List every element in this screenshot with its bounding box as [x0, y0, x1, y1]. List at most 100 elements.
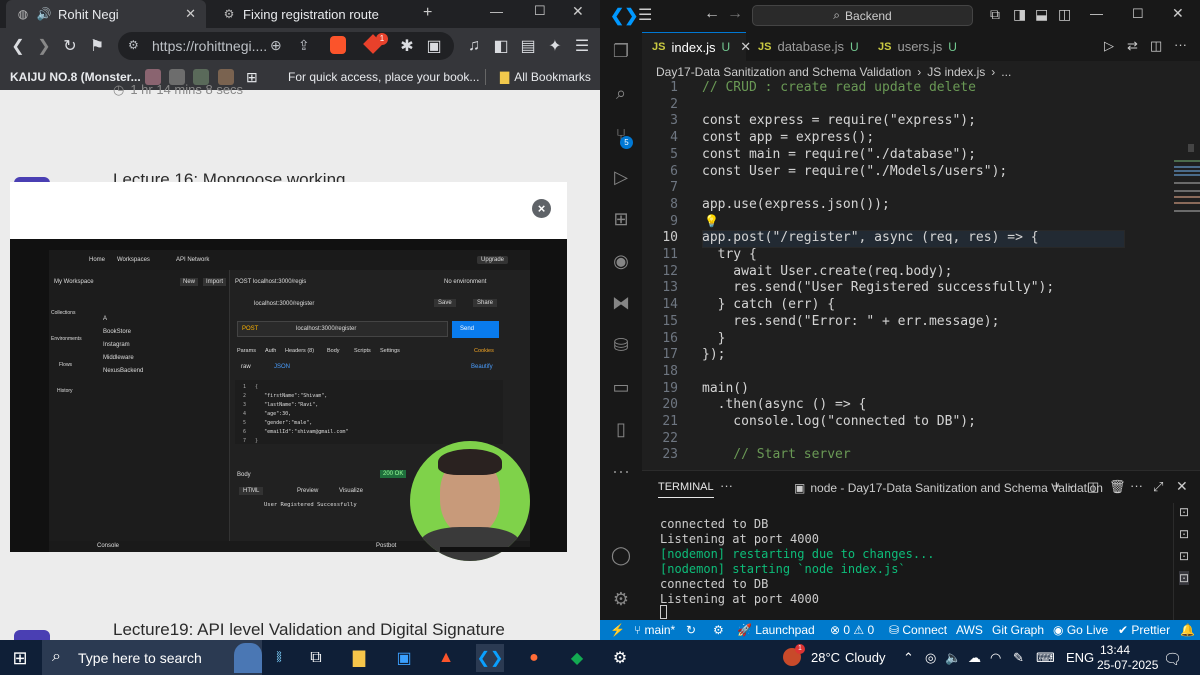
extensions-icon[interactable]: ⊞ — [610, 208, 632, 230]
explorer-icon[interactable]: ❐ — [610, 40, 632, 62]
launchpad[interactable]: 🚀 Launchpad — [737, 623, 815, 637]
breadcrumb-symbol[interactable]: ... — [1001, 65, 1011, 79]
browser-tab-active[interactable]: ◍ 🔊 Rohit Negi ✕ — [6, 0, 206, 28]
forward-icon[interactable]: ❯ — [34, 36, 54, 56]
new-tab-button[interactable]: + — [423, 4, 432, 22]
menu-icon[interactable]: ☰ — [572, 36, 592, 56]
menu-icon[interactable]: ☰ — [638, 5, 652, 25]
settings-gear-icon[interactable]: ⚙ — [610, 588, 632, 610]
chevron-down-icon[interactable]: ⌄ — [1067, 480, 1075, 491]
site-settings-icon[interactable]: ⚙ — [128, 38, 139, 52]
back-icon[interactable]: ← — [704, 5, 720, 23]
wallet-icon[interactable]: ▤ — [518, 36, 538, 56]
maximize-button[interactable]: ☐ — [534, 3, 546, 19]
tab-database-js[interactable]: JS database.js U — [748, 32, 866, 61]
vscode-taskbar-icon[interactable]: ❮❯ — [476, 644, 504, 672]
task-view-icon[interactable]: ⧉ — [302, 644, 330, 672]
python-icon[interactable]: ⧓ — [610, 292, 632, 314]
quokka-icon[interactable]: ◉ — [610, 250, 632, 272]
keyboard-icon[interactable]: ⌨ — [1036, 650, 1055, 666]
sync-icon[interactable]: ↻ — [686, 623, 696, 637]
zoom-icon[interactable]: ⊕ — [270, 37, 282, 54]
lecture-19-title[interactable]: Lecture19: API level Validation and Digi… — [113, 620, 505, 640]
terminal-instance-icon-active[interactable]: ⊡ — [1179, 571, 1190, 585]
more-actions-icon[interactable]: ··· — [1174, 37, 1187, 52]
code-editor[interactable]: 1 // CRUD : create read update delete 2 3 co… — [642, 80, 1200, 470]
apps-grid-icon[interactable]: ⊞ — [246, 69, 258, 85]
split-editor-icon[interactable]: ◫ — [1150, 38, 1162, 54]
terminal-instance-icon[interactable]: ⊡ — [1179, 549, 1189, 563]
taskbar-search[interactable]: ⌕ Type here to search — [42, 640, 262, 675]
settings-icon[interactable]: ⚙ — [606, 644, 634, 672]
connect-status[interactable]: ⛁ Connect — [889, 623, 947, 637]
toggle-secondary-sidebar-icon[interactable]: ◫ — [1058, 6, 1071, 23]
problems-status[interactable]: ⊗ 0 ⚠ 0 — [830, 623, 874, 637]
close-window-button[interactable]: ✕ — [1172, 5, 1184, 22]
reader-icon[interactable]: ▣ — [424, 36, 444, 56]
minimize-button[interactable]: — — [490, 4, 503, 19]
minimize-button[interactable]: — — [1090, 6, 1103, 21]
search-icon[interactable]: ⌕ — [610, 82, 632, 104]
remote-icon[interactable]: ⚡ — [610, 623, 625, 637]
pen-icon[interactable]: ✎ — [1013, 650, 1024, 666]
aws-status[interactable]: AWS — [956, 623, 983, 637]
reload-icon[interactable]: ↻ — [60, 36, 80, 56]
scrollbar-thumb[interactable] — [1188, 144, 1194, 152]
toggle-panel-icon[interactable]: ⬓ — [1035, 6, 1048, 23]
cloud-icon[interactable]: ☁ — [968, 650, 981, 666]
compare-icon[interactable]: ⇄ — [1127, 38, 1138, 54]
docker-icon[interactable]: ▯ — [610, 418, 632, 440]
search-highlight-icon[interactable] — [234, 643, 262, 673]
database-icon[interactable]: ⛁ — [610, 334, 632, 356]
meet-icon[interactable]: ◎ — [925, 650, 936, 666]
wifi-icon[interactable]: ◠ — [990, 650, 1001, 666]
terminal-instance-icon[interactable]: ⊡ — [1179, 527, 1189, 541]
forward-icon[interactable]: → — [727, 5, 743, 23]
go-live-status[interactable]: ◉ Go Live — [1053, 623, 1108, 637]
all-bookmarks[interactable]: ▇ All Bookmarks — [500, 69, 591, 85]
more-icon[interactable]: ··· — [610, 460, 632, 482]
sidebar-icon[interactable]: ◧ — [491, 36, 511, 56]
audio-icon[interactable]: 🔊 — [37, 7, 52, 21]
bookmark-icon[interactable]: ⚑ — [87, 36, 107, 56]
mongodb-compass-icon[interactable]: ◆ — [563, 644, 591, 672]
split-terminal-icon[interactable]: ◫ — [1087, 479, 1099, 495]
language-indicator[interactable]: ENG — [1066, 650, 1094, 665]
volume-icon[interactable]: 🔈 — [945, 650, 961, 666]
minimap[interactable] — [1174, 160, 1200, 220]
run-icon[interactable]: ▷ — [1104, 38, 1114, 54]
postman-icon[interactable]: ● — [520, 644, 548, 672]
close-tab-icon[interactable]: ✕ — [185, 6, 196, 22]
weather-temp[interactable]: 28°C — [811, 650, 840, 665]
tab-index-js[interactable]: JS index.js U ✕ — [642, 32, 751, 61]
breadcrumb-file[interactable]: JS index.js — [927, 65, 985, 79]
brave-shields-icon[interactable] — [330, 36, 346, 54]
branch-status[interactable]: ⑂ main* — [634, 623, 675, 637]
lightbulb-icon[interactable]: 💡 — [704, 214, 719, 228]
clock-time[interactable]: 13:44 — [1100, 643, 1130, 657]
close-video-button[interactable]: × — [532, 199, 551, 218]
notification-center-icon[interactable]: 🗨 — [1163, 650, 1182, 668]
extensions-icon[interactable]: ✱ — [397, 36, 417, 56]
git-icon[interactable]: ⚙ — [713, 623, 724, 637]
windows-start-icon[interactable]: ⊞ — [6, 644, 34, 672]
terminal-instance-icon[interactable]: ⊡ — [1179, 505, 1189, 519]
new-terminal-icon[interactable]: + — [1052, 478, 1061, 495]
close-panel-icon[interactable]: ✕ — [1176, 478, 1188, 495]
remote-explorer-icon[interactable]: ▭ — [610, 376, 632, 398]
dna-icon[interactable]: ⧚ — [265, 644, 293, 672]
brave-icon[interactable]: ▲ — [432, 644, 460, 672]
back-icon[interactable]: ❮ — [8, 36, 28, 56]
notifications-icon[interactable]: 🔔 — [1180, 623, 1195, 637]
chevron-up-icon[interactable]: ⌃ — [903, 650, 914, 666]
panel-more-button[interactable]: ··· — [720, 478, 733, 493]
maximize-panel-icon[interactable]: ⤢ — [1153, 479, 1163, 495]
media-icon[interactable]: ♫ — [464, 36, 484, 56]
terminal-tab[interactable]: TERMINAL — [658, 481, 714, 498]
terminal-more-icon[interactable]: ··· — [1130, 478, 1143, 493]
clock-date[interactable]: 25-07-2025 — [1097, 658, 1158, 672]
account-icon[interactable]: ◯ — [610, 544, 632, 566]
maximize-button[interactable]: ☐ — [1132, 6, 1144, 22]
trash-icon[interactable]: 🗑 — [1109, 479, 1126, 495]
git-graph-status[interactable]: Git Graph — [992, 623, 1044, 637]
